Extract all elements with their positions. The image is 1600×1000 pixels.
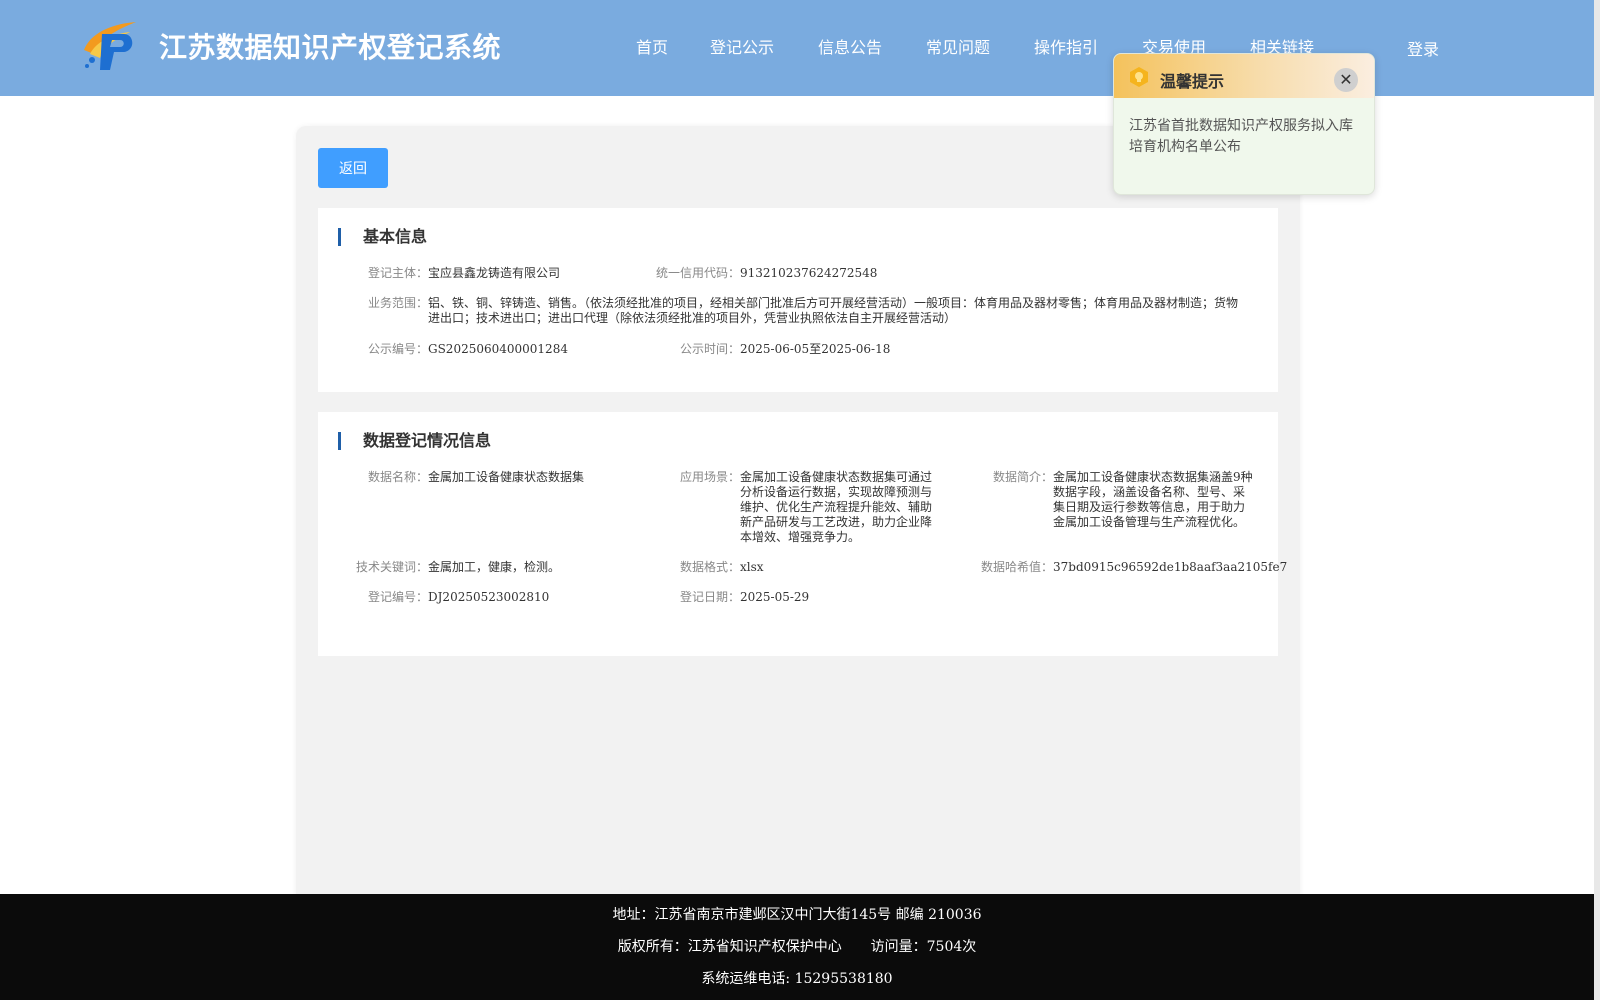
field-label: 公示时间： — [679, 342, 740, 356]
footer-address: 地址：江苏省南京市建邺区汉中门大街145号 邮编 210036 — [612, 907, 982, 923]
data-registration-section: 数据登记情况信息 数据名称： 金属加工设备健康状态数据集 应用场景： 金属加工设… — [318, 412, 1288, 656]
notice-toast: 温馨提示 ✕ 江苏省首批数据知识产权服务拟入库培育机构名单公布 — [1113, 53, 1375, 195]
field-label: 登记日期： — [679, 590, 740, 604]
toast-title: 温馨提示 — [1160, 72, 1225, 91]
subject-value: 宝应县鑫龙铸造有限公司 — [428, 266, 561, 280]
close-icon[interactable]: ✕ — [1334, 68, 1358, 92]
field-label: 登记主体： — [367, 266, 428, 280]
data-intro-value: 金属加工设备健康状态数据集涵盖9种数据字段，涵盖设备名称、型号、采集日期及运行参… — [1053, 470, 1253, 529]
credit-code-value: 913210237624272548 — [740, 266, 878, 280]
footer-visits: 访问量：7504次 — [870, 939, 977, 955]
notice-no-value: GS2025060400001284 — [428, 342, 568, 356]
format-field: 数据格式： xlsx — [680, 560, 936, 575]
footer-phone: 系统运维电话: 15295538180 — [701, 971, 893, 987]
field-label: 数据简介： — [992, 470, 1053, 484]
credit-code-field: 统一信用代码： 913210237624272548 — [656, 266, 980, 281]
reg-no-field: 登记编号： DJ20250523002810 — [368, 590, 638, 605]
footer: 地址：江苏省南京市建邺区汉中门大街145号 邮编 210036 版权所有：江苏省… — [0, 894, 1594, 1000]
notice-time-value: 2025-06-05至2025-06-18 — [740, 342, 891, 356]
section-title: 基本信息 — [338, 228, 427, 246]
field-label: 技术关键词： — [355, 560, 428, 574]
nav-home[interactable]: 首页 — [636, 34, 668, 58]
format-value: xlsx — [740, 560, 764, 574]
site-logo-icon — [84, 22, 136, 70]
field-label: 业务范围： — [367, 296, 428, 310]
reg-no-value: DJ20250523002810 — [428, 590, 550, 604]
nav-registration-notice[interactable]: 登记公示 — [710, 34, 774, 58]
scenario-value: 金属加工设备健康状态数据集可通过分析设备运行数据，实现故障预测与维护、优化生产流… — [740, 470, 933, 544]
scope-value: 铝、铁、铜、锌铸造、销售。（依法须经批准的项目，经相关部门批准后方可开展经营活动… — [428, 296, 1239, 325]
section-title: 数据登记情况信息 — [338, 432, 491, 450]
field-label: 公示编号： — [367, 342, 428, 356]
field-label: 数据格式： — [679, 560, 740, 574]
bulb-icon — [1130, 67, 1148, 87]
site-title[interactable]: 江苏数据知识产权登记系统 — [159, 26, 501, 66]
keywords-value: 金属加工，健康，检测。 — [428, 560, 561, 574]
subject-field: 登记主体： 宝应县鑫龙铸造有限公司 — [368, 266, 648, 281]
hash-field: 数据哈希值： 37bd0915c96592de1b8aaf3aa2105fe7 — [981, 560, 1288, 575]
toast-header: 温馨提示 ✕ — [1114, 54, 1374, 98]
nav-faq[interactable]: 常见问题 — [926, 34, 990, 58]
data-name-field: 数据名称： 金属加工设备健康状态数据集 — [368, 470, 638, 485]
basic-info-section: 基本信息 登记主体： 宝应县鑫龙铸造有限公司 统一信用代码： 913210237… — [318, 208, 1278, 392]
field-label: 数据名称： — [367, 470, 428, 484]
data-name-value: 金属加工设备健康状态数据集 — [428, 470, 585, 484]
reg-date-value: 2025-05-29 — [740, 590, 810, 604]
data-intro-field: 数据简介： 金属加工设备健康状态数据集涵盖9种数据字段，涵盖设备名称、型号、采集… — [993, 470, 1253, 530]
nav-announcements[interactable]: 信息公告 — [818, 34, 882, 58]
scope-field: 业务范围： 铝、铁、铜、锌铸造、销售。（依法须经批准的项目，经相关部门批准后方可… — [368, 296, 1248, 326]
keywords-field: 技术关键词： 金属加工，健康，检测。 — [356, 560, 638, 575]
notice-no-field: 公示编号： GS2025060400001284 — [368, 342, 648, 357]
nav-guide[interactable]: 操作指引 — [1034, 34, 1098, 58]
hash-value: 37bd0915c96592de1b8aaf3aa2105fe7 — [1053, 560, 1288, 574]
notice-time-field: 公示时间： 2025-06-05至2025-06-18 — [680, 342, 980, 357]
footer-copyright: 版权所有：江苏省知识产权保护中心 — [617, 939, 842, 955]
back-button[interactable]: 返回 — [318, 148, 388, 188]
footer-copyright-line: 版权所有：江苏省知识产权保护中心 访问量：7504次 — [0, 936, 1594, 956]
scenario-field: 应用场景： 金属加工设备健康状态数据集可通过分析设备运行数据，实现故障预测与维护… — [680, 470, 936, 545]
login-link[interactable]: 登录 — [1407, 36, 1439, 60]
field-label: 统一信用代码： — [655, 266, 740, 280]
field-label: 数据哈希值： — [980, 560, 1053, 574]
field-label: 登记编号： — [367, 590, 428, 604]
page-scrollbar[interactable] — [1594, 0, 1600, 1000]
field-label: 应用场景： — [679, 470, 740, 484]
reg-date-field: 登记日期： 2025-05-29 — [680, 590, 936, 605]
toast-message[interactable]: 江苏省首批数据知识产权服务拟入库培育机构名单公布 — [1129, 116, 1361, 158]
